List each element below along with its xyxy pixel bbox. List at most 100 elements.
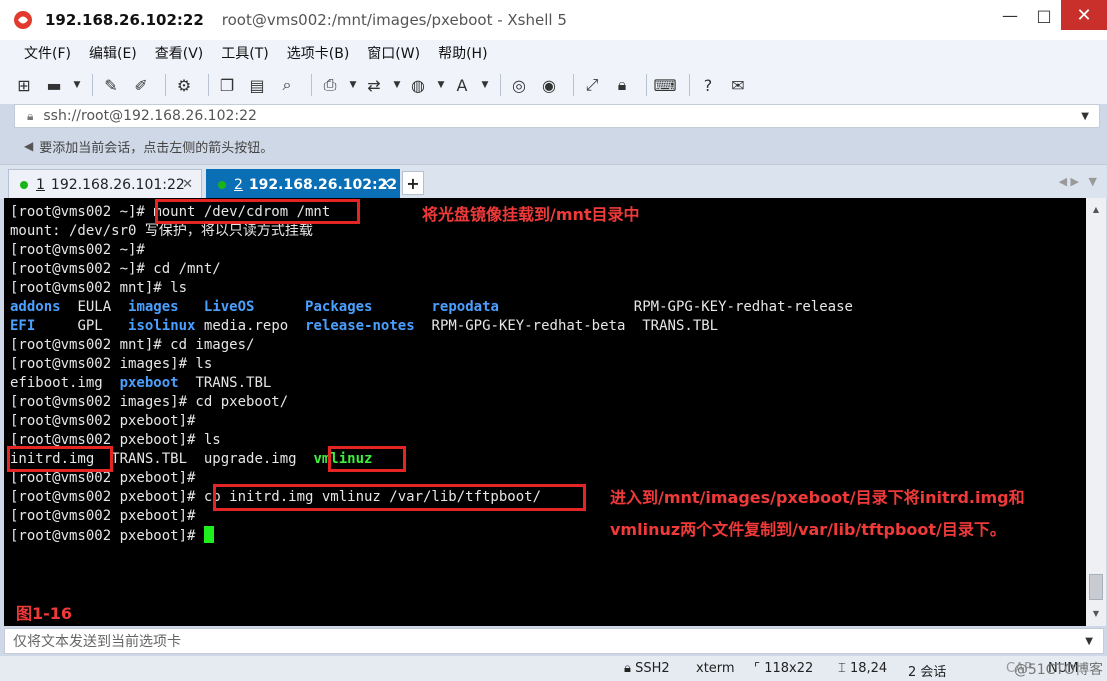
- open-folder-icon[interactable]: ▬: [42, 73, 66, 97]
- menu-tools[interactable]: 工具(T): [221, 43, 268, 63]
- keyboard-icon[interactable]: ⌨: [653, 73, 677, 97]
- ls-output-line: addons EULA images LiveOS Packages repod…: [10, 298, 853, 317]
- watermark: @51CTO博客: [1013, 662, 1103, 678]
- highlight-cp-command: [213, 484, 586, 511]
- close-tab-icon[interactable]: ✕: [380, 177, 391, 192]
- maximize-button[interactable]: □: [1027, 0, 1061, 30]
- lock-icon: 🔒︎: [624, 661, 631, 676]
- terminal-line: [root@vms002 pxeboot]#: [10, 413, 196, 429]
- terminal-line: [root@vms002 mnt]# cd images/: [10, 337, 255, 353]
- file-entry: upgrade.img: [203, 451, 297, 467]
- font-icon[interactable]: A: [450, 73, 474, 97]
- file-entry: EULA: [77, 299, 112, 315]
- terminal-line: [root@vms002 images]# ls: [10, 356, 213, 372]
- file-entry: TRANS.TBL: [111, 451, 188, 467]
- status-bar: 🔒︎ SSH2 xterm ⌜ 118x22 ⌶ 18,24 2 会话 CAP …: [0, 656, 1107, 681]
- menu-view[interactable]: 查看(V): [155, 43, 204, 63]
- terminal-line: mount: /dev/sr0 写保护，将以只读方式挂载: [10, 223, 313, 239]
- address-input[interactable]: ssh://root@192.168.26.102:22: [43, 108, 257, 124]
- close-tab-icon[interactable]: ✕: [182, 177, 193, 192]
- chevron-down-icon[interactable]: ▼: [348, 73, 358, 97]
- tab-number: 2: [234, 176, 243, 193]
- tab-label: 192.168.26.102:22: [248, 176, 398, 193]
- scroll-up-icon[interactable]: ▲: [1086, 202, 1106, 216]
- xftp-icon[interactable]: ◎: [507, 73, 531, 97]
- xshell-logo-icon: [14, 11, 32, 29]
- dir-entry: LiveOS: [203, 299, 255, 315]
- cursor-icon: ⌶: [838, 661, 846, 676]
- session-hint: ◀ 要添加当前会话，点击左侧的箭头按钮。: [14, 134, 1100, 158]
- terminal-line: [root@vms002 mnt]# ls: [10, 280, 188, 296]
- tab-list-icon[interactable]: ▼: [1089, 175, 1097, 188]
- tab-scroll-icon[interactable]: ◀ ▶: [1059, 175, 1079, 188]
- menu-file[interactable]: 文件(F): [24, 43, 71, 63]
- transfer-icon[interactable]: ⇄: [362, 73, 386, 97]
- highlight-mount-command: [155, 199, 360, 224]
- address-bar[interactable]: 🔒︎ ssh://root@192.168.26.102:22 ▼: [14, 104, 1100, 128]
- properties-icon[interactable]: ⚙: [172, 73, 196, 97]
- toolbar-divider: [92, 74, 93, 96]
- terminal-line: [root@vms002 ~]# cd /mnt/: [10, 261, 221, 277]
- reconnect-icon[interactable]: ✎: [99, 73, 123, 97]
- dir-entry: EFI: [10, 318, 36, 334]
- close-button[interactable]: ✕: [1061, 0, 1107, 30]
- menu-window[interactable]: 窗口(W): [367, 43, 420, 63]
- terminal-size: ⌜ 118x22: [754, 661, 813, 676]
- paste-icon[interactable]: ▤: [245, 73, 269, 97]
- find-icon[interactable]: ⌕: [275, 73, 299, 97]
- menu-help[interactable]: 帮助(H): [438, 43, 487, 63]
- title-bar: 192.168.26.102:22 root@vms002:/mnt/image…: [0, 0, 1107, 41]
- dir-entry: pxeboot: [119, 375, 179, 391]
- new-session-icon[interactable]: ⊞: [12, 73, 36, 97]
- highlight-vmlinuz: [328, 446, 406, 472]
- file-entry: RPM-GPG-KEY-redhat-beta: [431, 318, 626, 334]
- minimize-button[interactable]: —: [993, 0, 1027, 30]
- file-entry: efiboot.img: [10, 375, 103, 391]
- ls-output-line: EFI GPL isolinux media.repo release-note…: [10, 317, 853, 336]
- print-icon[interactable]: ⎙: [318, 73, 342, 97]
- globe-icon[interactable]: ◍: [406, 73, 430, 97]
- add-tab-button[interactable]: +: [402, 171, 424, 195]
- terminal-type: xterm: [696, 661, 735, 676]
- scroll-down-icon[interactable]: ▼: [1086, 606, 1106, 620]
- help-icon[interactable]: ?: [696, 73, 720, 97]
- disconnect-icon[interactable]: ✐: [129, 73, 153, 97]
- tab-label: 192.168.26.101:22: [50, 176, 185, 193]
- tab-session-1[interactable]: 1 192.168.26.101:22 ✕: [8, 169, 202, 199]
- dir-entry: images: [128, 299, 179, 315]
- chevron-down-icon[interactable]: ▼: [480, 73, 490, 97]
- connected-status-icon: [20, 180, 28, 189]
- chevron-down-icon[interactable]: ▼: [1085, 636, 1093, 647]
- annotation-mount: 将光盘镜像挂载到/mnt目录中: [422, 205, 640, 224]
- compose-bar[interactable]: 仅将文本发送到当前选项卡 ▼: [4, 628, 1104, 654]
- cursor-position-label: 18,24: [849, 661, 888, 676]
- copy-icon[interactable]: ❐: [215, 73, 239, 97]
- file-entry: media.repo: [203, 318, 289, 334]
- chevron-down-icon[interactable]: ▼: [436, 73, 446, 97]
- scrollbar-thumb[interactable]: [1089, 574, 1103, 600]
- tab-bar: 1 192.168.26.101:22 ✕ 2 192.168.26.102:2…: [0, 164, 1107, 199]
- toolbar: ⊞ ▬ ▼ ✎ ✐ ⚙ ❐ ▤ ⌕ ⎙ ▼ ⇄ ▼ ◍ ▼ A ▼ ◎ ◉ ⤢ …: [0, 66, 1107, 104]
- dir-entry: isolinux: [128, 318, 196, 334]
- tab-session-2[interactable]: 2 192.168.26.102:22 ✕: [206, 169, 400, 199]
- arrow-icon[interactable]: ◀: [24, 139, 33, 153]
- fullscreen-icon[interactable]: ⤢: [580, 73, 604, 97]
- compose-target-select[interactable]: 仅将文本发送到当前选项卡: [13, 631, 181, 651]
- lock-icon[interactable]: 🔒︎: [610, 73, 634, 97]
- chevron-down-icon[interactable]: ▼: [72, 73, 82, 97]
- file-entry: GPL: [77, 318, 103, 334]
- menu-bar: 文件(F) 编辑(E) 查看(V) 工具(T) 选项卡(B) 窗口(W) 帮助(…: [0, 40, 1107, 66]
- menu-edit[interactable]: 编辑(E): [89, 43, 137, 63]
- xmanager-icon[interactable]: ◉: [537, 73, 561, 97]
- file-entry: TRANS.TBL: [195, 375, 272, 391]
- terminal[interactable]: [root@vms002 ~]# mount /dev/cdrom /mnt m…: [4, 198, 1086, 626]
- chat-icon[interactable]: ✉: [726, 73, 750, 97]
- terminal-scrollbar[interactable]: ▲ ▼: [1086, 198, 1106, 626]
- connected-status-icon: [218, 180, 226, 189]
- dir-entry: release-notes: [305, 318, 415, 334]
- chevron-down-icon[interactable]: ▼: [392, 73, 402, 97]
- terminal-size-label: 118x22: [764, 661, 814, 676]
- menu-tab[interactable]: 选项卡(B): [287, 43, 350, 63]
- chevron-down-icon[interactable]: ▼: [1081, 111, 1089, 122]
- terminal-line: [root@vms002 images]# cd pxeboot/: [10, 394, 289, 410]
